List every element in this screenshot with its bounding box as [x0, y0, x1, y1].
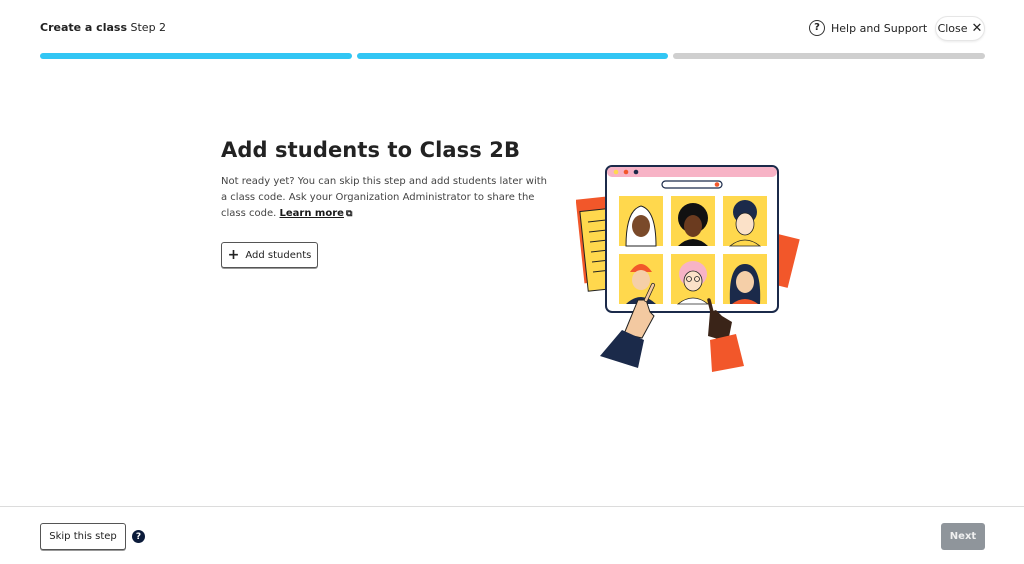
close-icon: ✕ [971, 21, 983, 36]
help-and-support-label: Help and Support [831, 21, 928, 35]
next-button[interactable]: Next [941, 523, 985, 550]
question-circle-icon: ? [809, 20, 825, 36]
progress-segment-2 [356, 53, 669, 59]
footer-bar: Skip this step ? Next [0, 506, 1024, 564]
page-title: Create a class Step 2 [40, 21, 166, 34]
section-description: Not ready yet? You can skip this step an… [221, 174, 551, 222]
section-heading: Add students to Class 2B [221, 138, 521, 162]
add-students-label: Add students [245, 249, 312, 261]
help-icon[interactable]: ? [132, 530, 145, 543]
top-bar: Create a class Step 2 ? Help and Support… [0, 0, 1024, 52]
step-progress-bar [40, 53, 986, 59]
progress-segment-1 [40, 53, 352, 59]
description-text: Not ready yet? You can skip this step an… [221, 176, 547, 219]
plus-icon: + [227, 247, 240, 263]
page-title-step: Step 2 [130, 21, 167, 34]
add-students-button[interactable]: + Add students [221, 242, 318, 268]
learn-more-link[interactable]: Learn more ⧉ [280, 208, 353, 219]
learn-more-label: Learn more [279, 208, 344, 219]
progress-segment-3 [673, 53, 986, 59]
main-content: Add students to Class 2B Not ready yet? … [221, 138, 551, 268]
external-link-icon: ⧉ [345, 209, 353, 219]
close-button[interactable]: Close ✕ [935, 16, 985, 41]
help-and-support-link[interactable]: ? Help and Support [809, 20, 927, 36]
students-grid-illustration [576, 165, 800, 372]
skip-step-button[interactable]: Skip this step [40, 523, 126, 550]
page-title-main: Create a class [40, 21, 127, 34]
close-label: Close [937, 22, 968, 35]
